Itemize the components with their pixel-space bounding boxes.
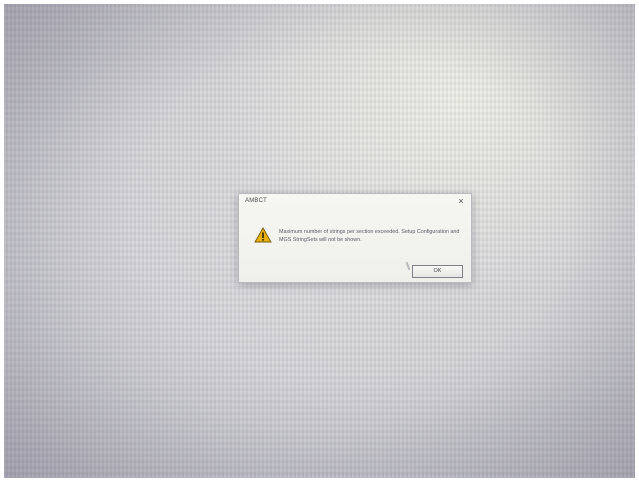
message-dialog: AMBCT × Maximum number of strings per se… bbox=[238, 193, 472, 283]
monitor-photo: AMBCT × Maximum number of strings per se… bbox=[4, 4, 635, 478]
dialog-message: Maximum number of strings per section ex… bbox=[279, 229, 460, 243]
ok-button[interactable]: OK bbox=[412, 265, 463, 278]
dialog-title-bar[interactable]: AMBCT × bbox=[239, 194, 471, 209]
close-icon[interactable]: × bbox=[455, 196, 467, 207]
dialog-title: AMBCT bbox=[245, 198, 267, 204]
mouse-cursor bbox=[405, 261, 411, 271]
warning-icon bbox=[254, 227, 272, 243]
